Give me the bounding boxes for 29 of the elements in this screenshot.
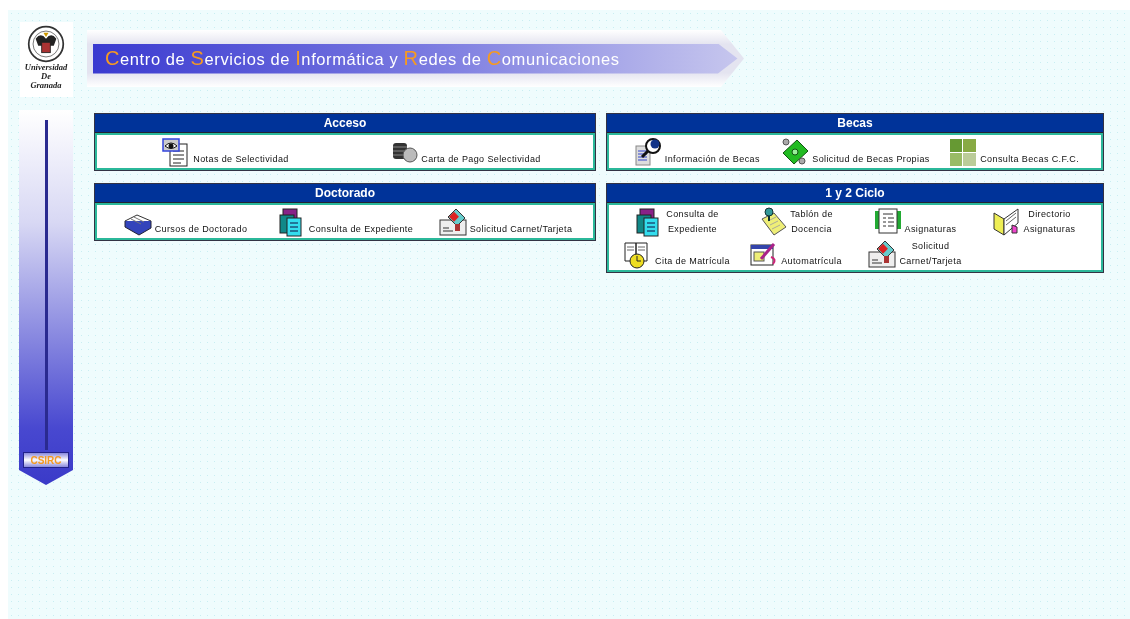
link[interactable]: Automatrícula [781,254,842,269]
link[interactable]: Información de Becas [664,152,760,167]
link[interactable]: Solicitud Carnet/Tarjeta [899,239,962,269]
link[interactable]: Solicitud Carnet/Tarjeta [469,222,573,237]
panel-header: Doctorado [95,184,595,203]
id-card-icon[interactable] [437,207,468,237]
link[interactable]: Consulta de Expediente [666,207,719,237]
panel-header: Acceso [95,114,595,133]
panel-header: 1 y 2 Ciclo [607,184,1103,203]
link[interactable]: Cursos de Doctorado [154,222,248,237]
link[interactable]: Cita de Matrícula [655,254,730,269]
panel-header: Becas [607,114,1103,133]
link[interactable]: Notas de Selectividad [193,152,289,167]
banner-title: Centro de Servicios de Informática y Redes de Comunicaciones [105,47,620,70]
tile-logo-icon[interactable] [948,137,979,167]
id-card-icon[interactable] [867,239,898,269]
document-magnifier-icon[interactable] [632,137,663,167]
link[interactable]: Tablón de Docencia [790,207,833,237]
link[interactable]: Directorio Asignaturas [1023,207,1076,237]
link[interactable]: Consulta de Expediente [308,222,414,237]
list-icon[interactable] [872,207,903,237]
university-name: Universidad De Granada [24,63,68,90]
link[interactable]: Solicitud de Becas Propias [812,152,930,167]
crest-icon [27,25,65,63]
banknote-icon[interactable] [780,137,811,167]
link[interactable]: Consulta Becas C.F.C. [980,152,1080,167]
link[interactable]: Asignaturas [904,222,957,237]
folder-hand-icon[interactable] [991,207,1022,237]
link[interactable]: Carta de Pago Selectividad [421,152,541,167]
